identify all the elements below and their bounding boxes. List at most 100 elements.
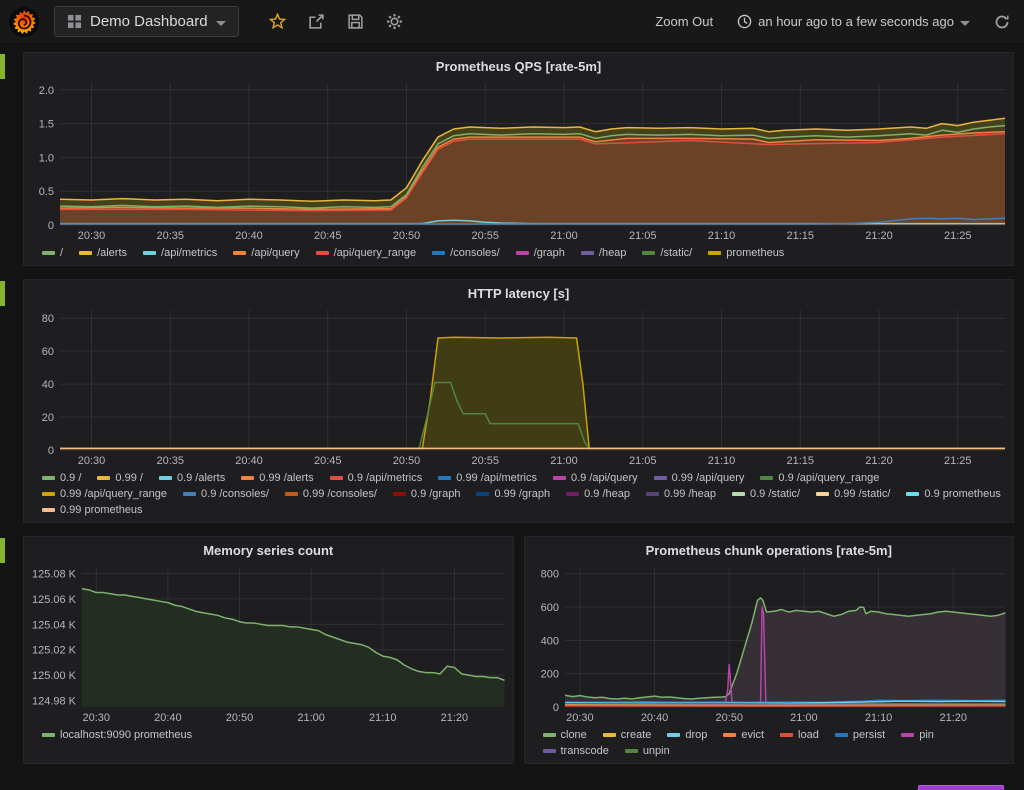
legend-swatch xyxy=(285,492,298,496)
legend-swatch xyxy=(603,733,616,737)
save-icon[interactable] xyxy=(347,13,364,30)
legend-item[interactable]: /static/ xyxy=(642,247,692,259)
latency-chart[interactable]: 20:3020:3520:4020:4520:5020:5521:0021:05… xyxy=(24,304,1013,468)
svg-text:21:25: 21:25 xyxy=(944,455,972,467)
legend-item[interactable]: load xyxy=(780,729,819,741)
svg-text:125.08 K: 125.08 K xyxy=(32,568,77,580)
star-icon[interactable] xyxy=(269,13,286,30)
legend-item[interactable]: unpin xyxy=(625,745,670,757)
chunk-ops-chart[interactable]: 20:3020:4020:5021:0021:1021:200200400600… xyxy=(525,561,1014,725)
svg-text:21:20: 21:20 xyxy=(865,230,893,242)
svg-text:21:00: 21:00 xyxy=(297,712,324,724)
chunk-ops-legend: clone create drop evict load persist pin transc… xyxy=(525,725,1014,763)
legend-item[interactable]: 0.9 /static/ xyxy=(732,488,800,500)
svg-text:0: 0 xyxy=(552,702,558,714)
panel-title[interactable]: HTTP latency [s] xyxy=(24,280,1013,304)
legend-item[interactable]: pin xyxy=(901,729,934,741)
memory-legend: localhost:9090 prometheus xyxy=(24,725,513,747)
legend-item[interactable]: transcode xyxy=(543,745,609,757)
legend-item[interactable]: 0.9 /alerts xyxy=(159,472,225,484)
legend-swatch xyxy=(476,492,489,496)
svg-text:20: 20 xyxy=(42,412,54,424)
legend-item[interactable]: clone xyxy=(543,729,587,741)
legend-swatch xyxy=(432,251,445,255)
svg-text:21:05: 21:05 xyxy=(629,230,657,242)
svg-text:21:00: 21:00 xyxy=(550,455,578,467)
svg-text:0.5: 0.5 xyxy=(39,186,54,198)
legend-item[interactable]: 0.9 /api/metrics xyxy=(330,472,423,484)
dashboard-grid-icon xyxy=(67,14,82,29)
legend-item[interactable]: /alerts xyxy=(79,247,127,259)
legend-item[interactable]: localhost:9090 prometheus xyxy=(42,729,192,741)
svg-text:600: 600 xyxy=(540,602,558,614)
legend-item[interactable]: 0.9 prometheus xyxy=(906,488,1000,500)
chevron-down-icon xyxy=(960,21,970,26)
svg-text:400: 400 xyxy=(540,635,558,647)
legend-swatch xyxy=(316,251,329,255)
legend-item[interactable]: 0.9 /consoles/ xyxy=(183,488,269,500)
legend-item[interactable]: 0.99 /api/query_range xyxy=(42,488,167,500)
latency-legend: 0.9 / 0.99 / 0.9 /alerts 0.99 /alerts 0.9 /a… xyxy=(24,468,1013,522)
svg-text:21:10: 21:10 xyxy=(369,712,396,724)
legend-swatch xyxy=(906,492,919,496)
legend-item[interactable]: 0.99 /alerts xyxy=(241,472,313,484)
legend-item[interactable]: 0.9 /api/query xyxy=(553,472,638,484)
svg-text:20:30: 20:30 xyxy=(566,712,593,724)
legend-item[interactable]: /api/metrics xyxy=(143,247,217,259)
legend-item[interactable]: 0.9 /api/query_range xyxy=(760,472,879,484)
legend-item[interactable]: /graph xyxy=(516,247,565,259)
legend-item[interactable]: /consoles/ xyxy=(432,247,500,259)
gear-icon[interactable] xyxy=(386,13,403,30)
legend-item[interactable]: drop xyxy=(667,729,707,741)
legend-item[interactable]: create xyxy=(603,729,652,741)
legend-swatch xyxy=(667,733,680,737)
navbar: Demo Dashboard Zoom Out xyxy=(0,0,1024,44)
refresh-icon[interactable] xyxy=(994,14,1010,30)
svg-text:21:20: 21:20 xyxy=(865,455,893,467)
legend-item[interactable]: 0.99 /api/metrics xyxy=(438,472,537,484)
panel-chunk-operations: Prometheus chunk operations [rate-5m] 20… xyxy=(524,536,1015,764)
panel-title[interactable]: Prometheus chunk operations [rate-5m] xyxy=(525,537,1014,561)
share-icon[interactable] xyxy=(308,13,325,30)
svg-text:20:35: 20:35 xyxy=(156,455,184,467)
dashboard-picker[interactable]: Demo Dashboard xyxy=(54,6,239,37)
legend-swatch xyxy=(646,492,659,496)
svg-text:20:30: 20:30 xyxy=(78,230,106,242)
row-collapse-handle[interactable] xyxy=(0,281,5,306)
legend-item[interactable]: 0.99 /heap xyxy=(646,488,716,500)
legend-item[interactable]: persist xyxy=(835,729,885,741)
panel-title[interactable]: Memory series count xyxy=(24,537,513,561)
panel-title[interactable]: Prometheus QPS [rate-5m] xyxy=(24,53,1013,77)
grafana-logo[interactable] xyxy=(8,6,40,38)
legend-item[interactable]: 0.99 /api/query xyxy=(654,472,745,484)
legend-item[interactable]: prometheus xyxy=(708,247,784,259)
legend-swatch xyxy=(183,492,196,496)
legend-item[interactable]: 0.99 / xyxy=(97,472,143,484)
svg-text:20:50: 20:50 xyxy=(226,712,253,724)
legend-item[interactable]: evict xyxy=(723,729,764,741)
legend-item[interactable]: 0.99 prometheus xyxy=(42,504,143,516)
time-range-picker[interactable]: an hour ago to a few seconds ago xyxy=(737,14,970,29)
legend-swatch xyxy=(625,749,638,753)
legend-item[interactable]: /api/query xyxy=(233,247,299,259)
legend-item[interactable]: 0.99 /consoles/ xyxy=(285,488,377,500)
legend-item[interactable]: 0.99 /graph xyxy=(476,488,550,500)
legend-item[interactable]: / xyxy=(42,247,63,259)
legend-item[interactable]: 0.9 /heap xyxy=(566,488,630,500)
legend-swatch xyxy=(42,492,55,496)
row-http-latency: HTTP latency [s] 20:3020:3520:4020:4520:… xyxy=(23,279,1014,523)
legend-item[interactable]: /api/query_range xyxy=(316,247,417,259)
legend-swatch xyxy=(42,476,55,480)
zoom-out-button[interactable]: Zoom Out xyxy=(655,14,713,29)
legend-item[interactable]: 0.99 /static/ xyxy=(816,488,890,500)
legend-item[interactable]: 0.9 /graph xyxy=(393,488,461,500)
svg-text:20:35: 20:35 xyxy=(156,230,184,242)
row-collapse-handle[interactable] xyxy=(0,538,5,563)
legend-item[interactable]: /heap xyxy=(581,247,627,259)
qps-chart[interactable]: 20:3020:3520:4020:4520:5020:5521:0021:05… xyxy=(24,77,1013,243)
legend-swatch xyxy=(438,476,451,480)
legend-item[interactable]: 0.9 / xyxy=(42,472,81,484)
row-collapse-handle[interactable] xyxy=(0,54,5,79)
add-row-button[interactable]: + ADD ROW xyxy=(918,785,1004,790)
memory-chart[interactable]: 20:3020:4020:5021:0021:1021:20124.98 K12… xyxy=(24,561,513,725)
